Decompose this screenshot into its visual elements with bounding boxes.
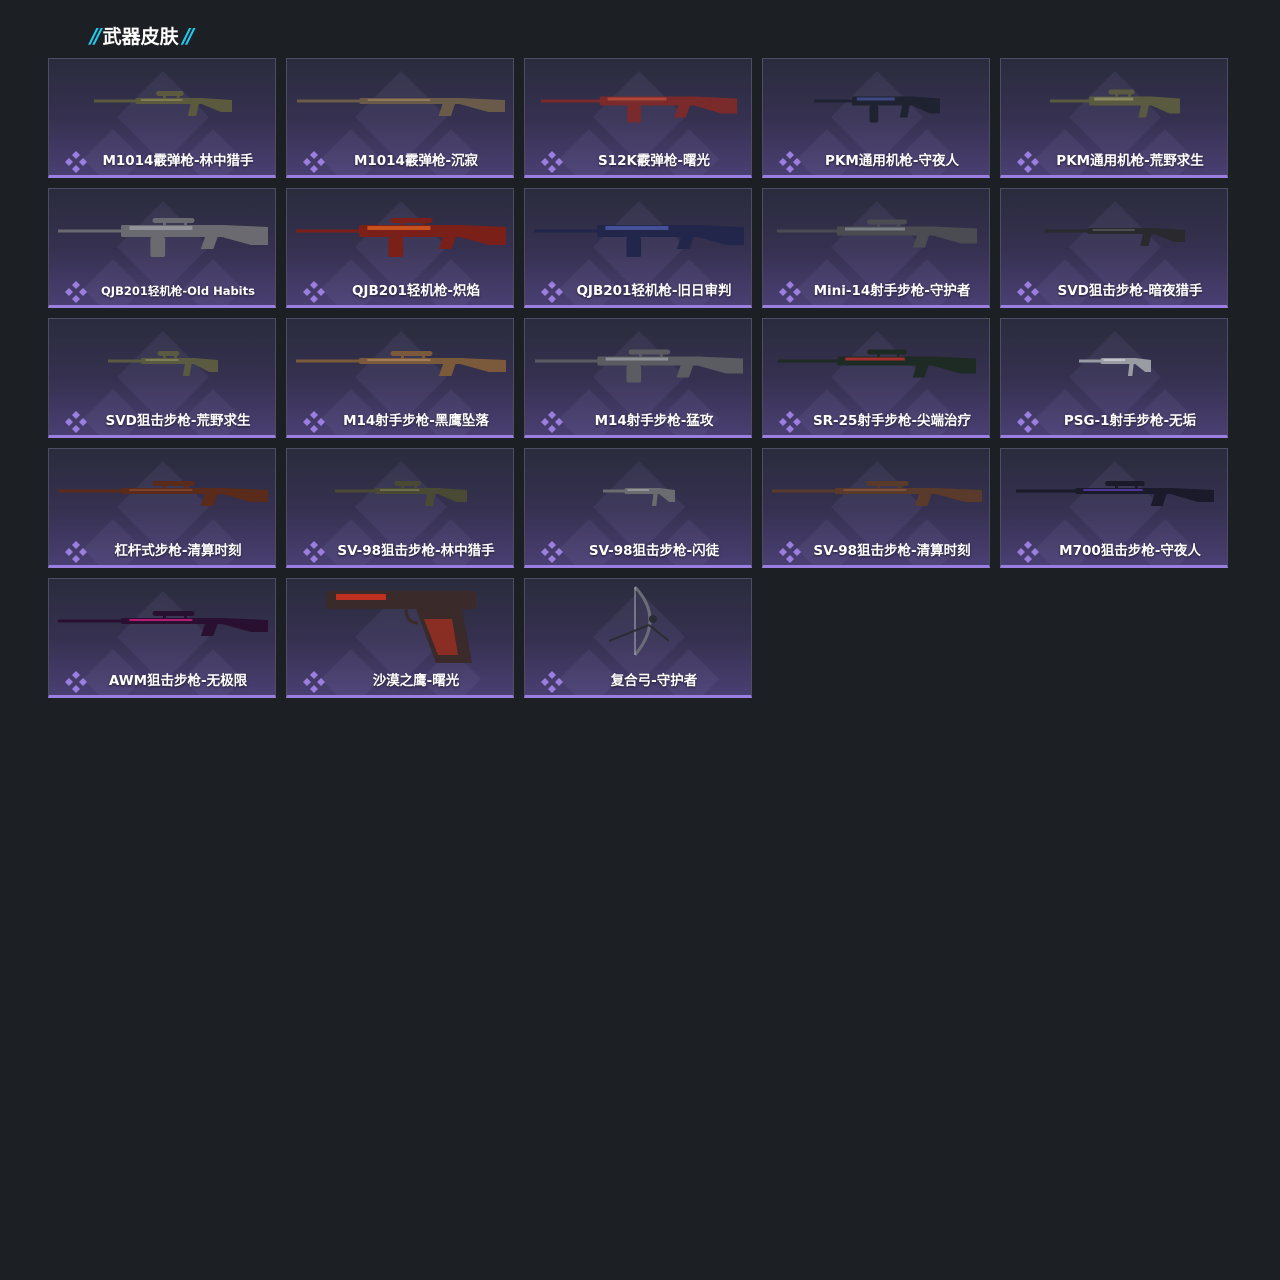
- rarity-diamond-icon: [1017, 151, 1039, 173]
- skin-name: 杠杆式步枪-清算时刻: [114, 543, 242, 559]
- rarity-diamond-icon: [541, 671, 563, 693]
- pkm-machine-gun-blue-icon: [814, 96, 940, 123]
- weapon-skin-card[interactable]: 杠杆式步枪-清算时刻: [48, 448, 276, 568]
- rarity-diamond-icon: [1017, 541, 1039, 563]
- lever-action-rifle-icon: [58, 481, 268, 506]
- psg1-rifle-white-icon: [1079, 358, 1151, 376]
- awm-sniper-pink-icon: [58, 611, 268, 636]
- m700-sniper-purple-icon: [1016, 481, 1214, 506]
- weapon-skin-card[interactable]: M1014霰弹枪-沉寂: [286, 58, 514, 178]
- rarity-diamond-icon: [303, 411, 325, 433]
- skin-name: SVD狙击步枪-暗夜猎手: [1057, 283, 1203, 299]
- rarity-diamond-icon: [779, 541, 801, 563]
- section-title: 武器皮肤: [102, 26, 179, 48]
- rarity-diamond-icon: [65, 671, 87, 693]
- weapon-skin-card[interactable]: PKM通用机枪-荒野求生: [1000, 58, 1228, 178]
- weapon-skin-card[interactable]: 沙漠之鹰-曙光: [286, 578, 514, 698]
- rarity-diamond-icon: [779, 151, 801, 173]
- weapon-skin-card[interactable]: PKM通用机枪-守夜人: [762, 58, 990, 178]
- weapon-skin-card[interactable]: S12K霰弹枪-曙光: [524, 58, 752, 178]
- rarity-diamond-icon: [541, 541, 563, 563]
- weapon-skin-card[interactable]: QJB201轻机枪-旧日审判: [524, 188, 752, 308]
- rarity-diamond-icon: [65, 411, 87, 433]
- desert-eagle-pistol-icon: [326, 591, 476, 663]
- weapon-skins-page: // 武器皮肤 // M1014霰弹枪-林中猎手 M1014霰弹枪-沉寂 S12K霰…: [0, 0, 1280, 1280]
- skin-name: Mini-14射手步枪-守护者: [813, 283, 971, 299]
- header-slash-right-icon: //: [182, 23, 194, 48]
- rarity-diamond-icon: [541, 411, 563, 433]
- rarity-diamond-icon: [303, 541, 325, 563]
- qjb201-lmg-grey-icon: [58, 218, 268, 257]
- weapon-skin-card[interactable]: M14射手步枪-猛攻: [524, 318, 752, 438]
- sv98-sniper-camo-icon: [335, 481, 467, 506]
- skin-name: QJB201轻机枪-炽焰: [351, 283, 481, 299]
- sv98-sniper-grey-icon: [603, 488, 675, 506]
- rarity-diamond-icon: [303, 281, 325, 303]
- compound-bow-icon: [608, 585, 670, 656]
- skin-name: SV-98狙击步枪-林中猎手: [337, 543, 495, 559]
- skin-name: SV-98狙击步枪-闪徒: [588, 543, 720, 559]
- m14-rifle-wood-icon: [296, 351, 506, 376]
- rarity-diamond-icon: [1017, 411, 1039, 433]
- qjb201-lmg-flame-icon: [296, 218, 506, 257]
- weapon-skin-card[interactable]: Mini-14射手步枪-守护者: [762, 188, 990, 308]
- weapon-skin-card[interactable]: M1014霰弹枪-林中猎手: [48, 58, 276, 178]
- skin-name: SR-25射手步枪-尖端治疗: [812, 413, 972, 429]
- pkm-machine-gun-camo-icon: [1050, 89, 1180, 118]
- weapon-skin-card[interactable]: SV-98狙击步枪-清算时刻: [762, 448, 990, 568]
- skin-name: M14射手步枪-猛攻: [594, 413, 714, 429]
- sv98-sniper-wood-icon: [772, 481, 982, 506]
- weapon-skin-card[interactable]: QJB201轻机枪-Old Habits: [48, 188, 276, 308]
- skin-name: 沙漠之鹰-曙光: [372, 673, 460, 689]
- sr25-rifle-medic-icon: [778, 349, 976, 378]
- rarity-diamond-icon: [779, 281, 801, 303]
- svd-sniper-dark-icon: [1045, 228, 1185, 246]
- rarity-diamond-icon: [65, 541, 87, 563]
- skin-name: S12K霰弹枪-曙光: [597, 153, 711, 169]
- skin-name: SVD狙击步枪-荒野求生: [105, 413, 251, 429]
- skin-name: M14射手步枪-黑鹰坠落: [343, 413, 489, 429]
- skin-name: 复合弓-守护者: [610, 673, 698, 689]
- qjb201-lmg-blue-icon: [534, 225, 744, 257]
- weapon-skin-card[interactable]: AWM狙击步枪-无极限: [48, 578, 276, 698]
- rarity-diamond-icon: [303, 151, 325, 173]
- rarity-diamond-icon: [65, 151, 87, 173]
- rarity-diamond-icon: [65, 281, 87, 303]
- skin-name: SV-98狙击步枪-清算时刻: [813, 543, 971, 559]
- weapon-skin-card[interactable]: SV-98狙击步枪-林中猎手: [286, 448, 514, 568]
- rarity-diamond-icon: [779, 411, 801, 433]
- weapon-skin-card[interactable]: QJB201轻机枪-炽焰: [286, 188, 514, 308]
- header-slash-left-icon: //: [90, 23, 101, 48]
- weapon-skin-card[interactable]: PSG-1射手步枪-无垢: [1000, 318, 1228, 438]
- weapon-skin-card[interactable]: SVD狙击步枪-暗夜猎手: [1000, 188, 1228, 308]
- skin-name: AWM狙击步枪-无极限: [108, 673, 248, 689]
- mini14-rifle-grey-icon: [777, 219, 977, 248]
- weapon-skin-card[interactable]: SVD狙击步枪-荒野求生: [48, 318, 276, 438]
- weapon-skin-card[interactable]: 复合弓-守护者: [524, 578, 752, 698]
- skin-name: QJB201轻机枪-旧日审判: [576, 283, 732, 299]
- weapon-skin-card[interactable]: SR-25射手步枪-尖端治疗: [762, 318, 990, 438]
- rarity-diamond-icon: [1017, 281, 1039, 303]
- skin-name: PKM通用机枪-荒野求生: [1056, 153, 1204, 169]
- s12k-shotgun-red-icon: [541, 96, 737, 123]
- skin-name: M1014霰弹枪-沉寂: [353, 153, 479, 169]
- skin-name: M700狙击步枪-守夜人: [1059, 543, 1201, 559]
- rarity-diamond-icon: [541, 281, 563, 303]
- skin-grid: M1014霰弹枪-林中猎手 M1014霰弹枪-沉寂 S12K霰弹枪-曙光 PKM通用机…: [48, 58, 1228, 698]
- skin-name: PSG-1射手步枪-无垢: [1063, 413, 1197, 429]
- skin-name: PKM通用机枪-守夜人: [825, 153, 959, 169]
- skin-name: M1014霰弹枪-林中猎手: [102, 153, 254, 169]
- section-header: // 武器皮肤 //: [90, 22, 194, 49]
- m1014-shotgun-bronze-icon: [297, 98, 505, 116]
- rarity-diamond-icon: [303, 671, 325, 693]
- skin-name: QJB201轻机枪-Old Habits: [101, 284, 255, 298]
- rarity-diamond-icon: [541, 151, 563, 173]
- m1014-shotgun-camo-icon: [94, 91, 232, 116]
- m14-rifle-silver-icon: [535, 349, 743, 383]
- weapon-skin-card[interactable]: M700狙击步枪-守夜人: [1000, 448, 1228, 568]
- weapon-skin-card[interactable]: SV-98狙击步枪-闪徒: [524, 448, 752, 568]
- weapon-skin-card[interactable]: M14射手步枪-黑鹰坠落: [286, 318, 514, 438]
- svd-sniper-camo-icon: [108, 351, 218, 376]
